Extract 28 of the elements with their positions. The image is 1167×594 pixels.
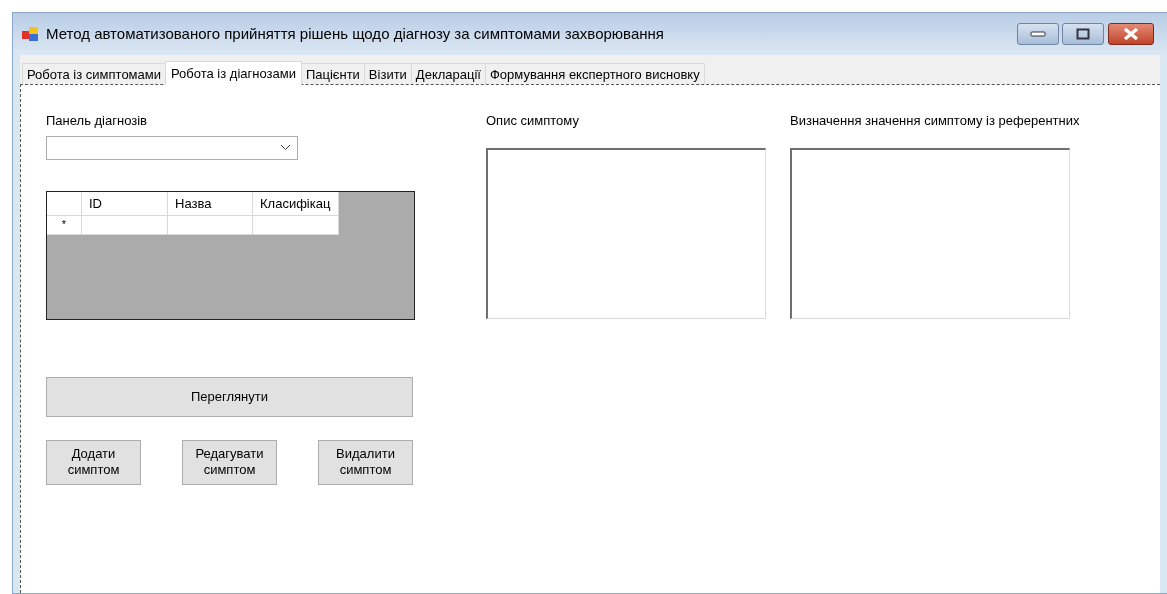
close-icon <box>1122 27 1139 41</box>
tab[interactable]: Формування експертного висновку <box>484 63 705 84</box>
maximize-icon <box>1076 28 1091 40</box>
column-header[interactable]: Класифікац <box>253 191 339 216</box>
field-label: Панель діагнозів <box>46 112 148 130</box>
minimize-icon <box>1030 31 1046 37</box>
diagnosis-dropdown[interactable] <box>46 135 298 160</box>
column-header[interactable]: Назва <box>168 191 253 216</box>
column-header[interactable]: ID <box>82 191 168 216</box>
window-title: Метод автоматизованого прийняття рішень щодо діагнозу за симптомами захворювання <box>46 23 665 44</box>
field-label: Визначення значення симптому із референтних <box>790 112 1081 130</box>
description-textarea[interactable] <box>486 147 766 319</box>
view-button[interactable]: Переглянути <box>46 376 413 417</box>
row-header-cell <box>47 191 82 216</box>
reference-textarea[interactable] <box>790 147 1070 319</box>
action-button[interactable]: Видалити симптом <box>318 439 413 485</box>
tab[interactable]: Декларації <box>410 63 486 84</box>
field-label: Опис симптому <box>486 112 580 130</box>
action-button[interactable]: Додати симптом <box>46 439 141 485</box>
action-button[interactable]: Редагувати симптом <box>182 439 277 485</box>
maximize-button[interactable] <box>1062 23 1105 45</box>
chevron-down-icon <box>280 144 291 151</box>
minimize-button[interactable] <box>1017 23 1059 45</box>
app-icon <box>22 26 40 42</box>
tab[interactable]: Робота із діагнозами <box>165 61 302 85</box>
tab[interactable]: Пацієнти <box>300 63 365 84</box>
tab[interactable]: Робота із симптомами <box>22 63 166 84</box>
close-button[interactable] <box>1107 23 1154 45</box>
